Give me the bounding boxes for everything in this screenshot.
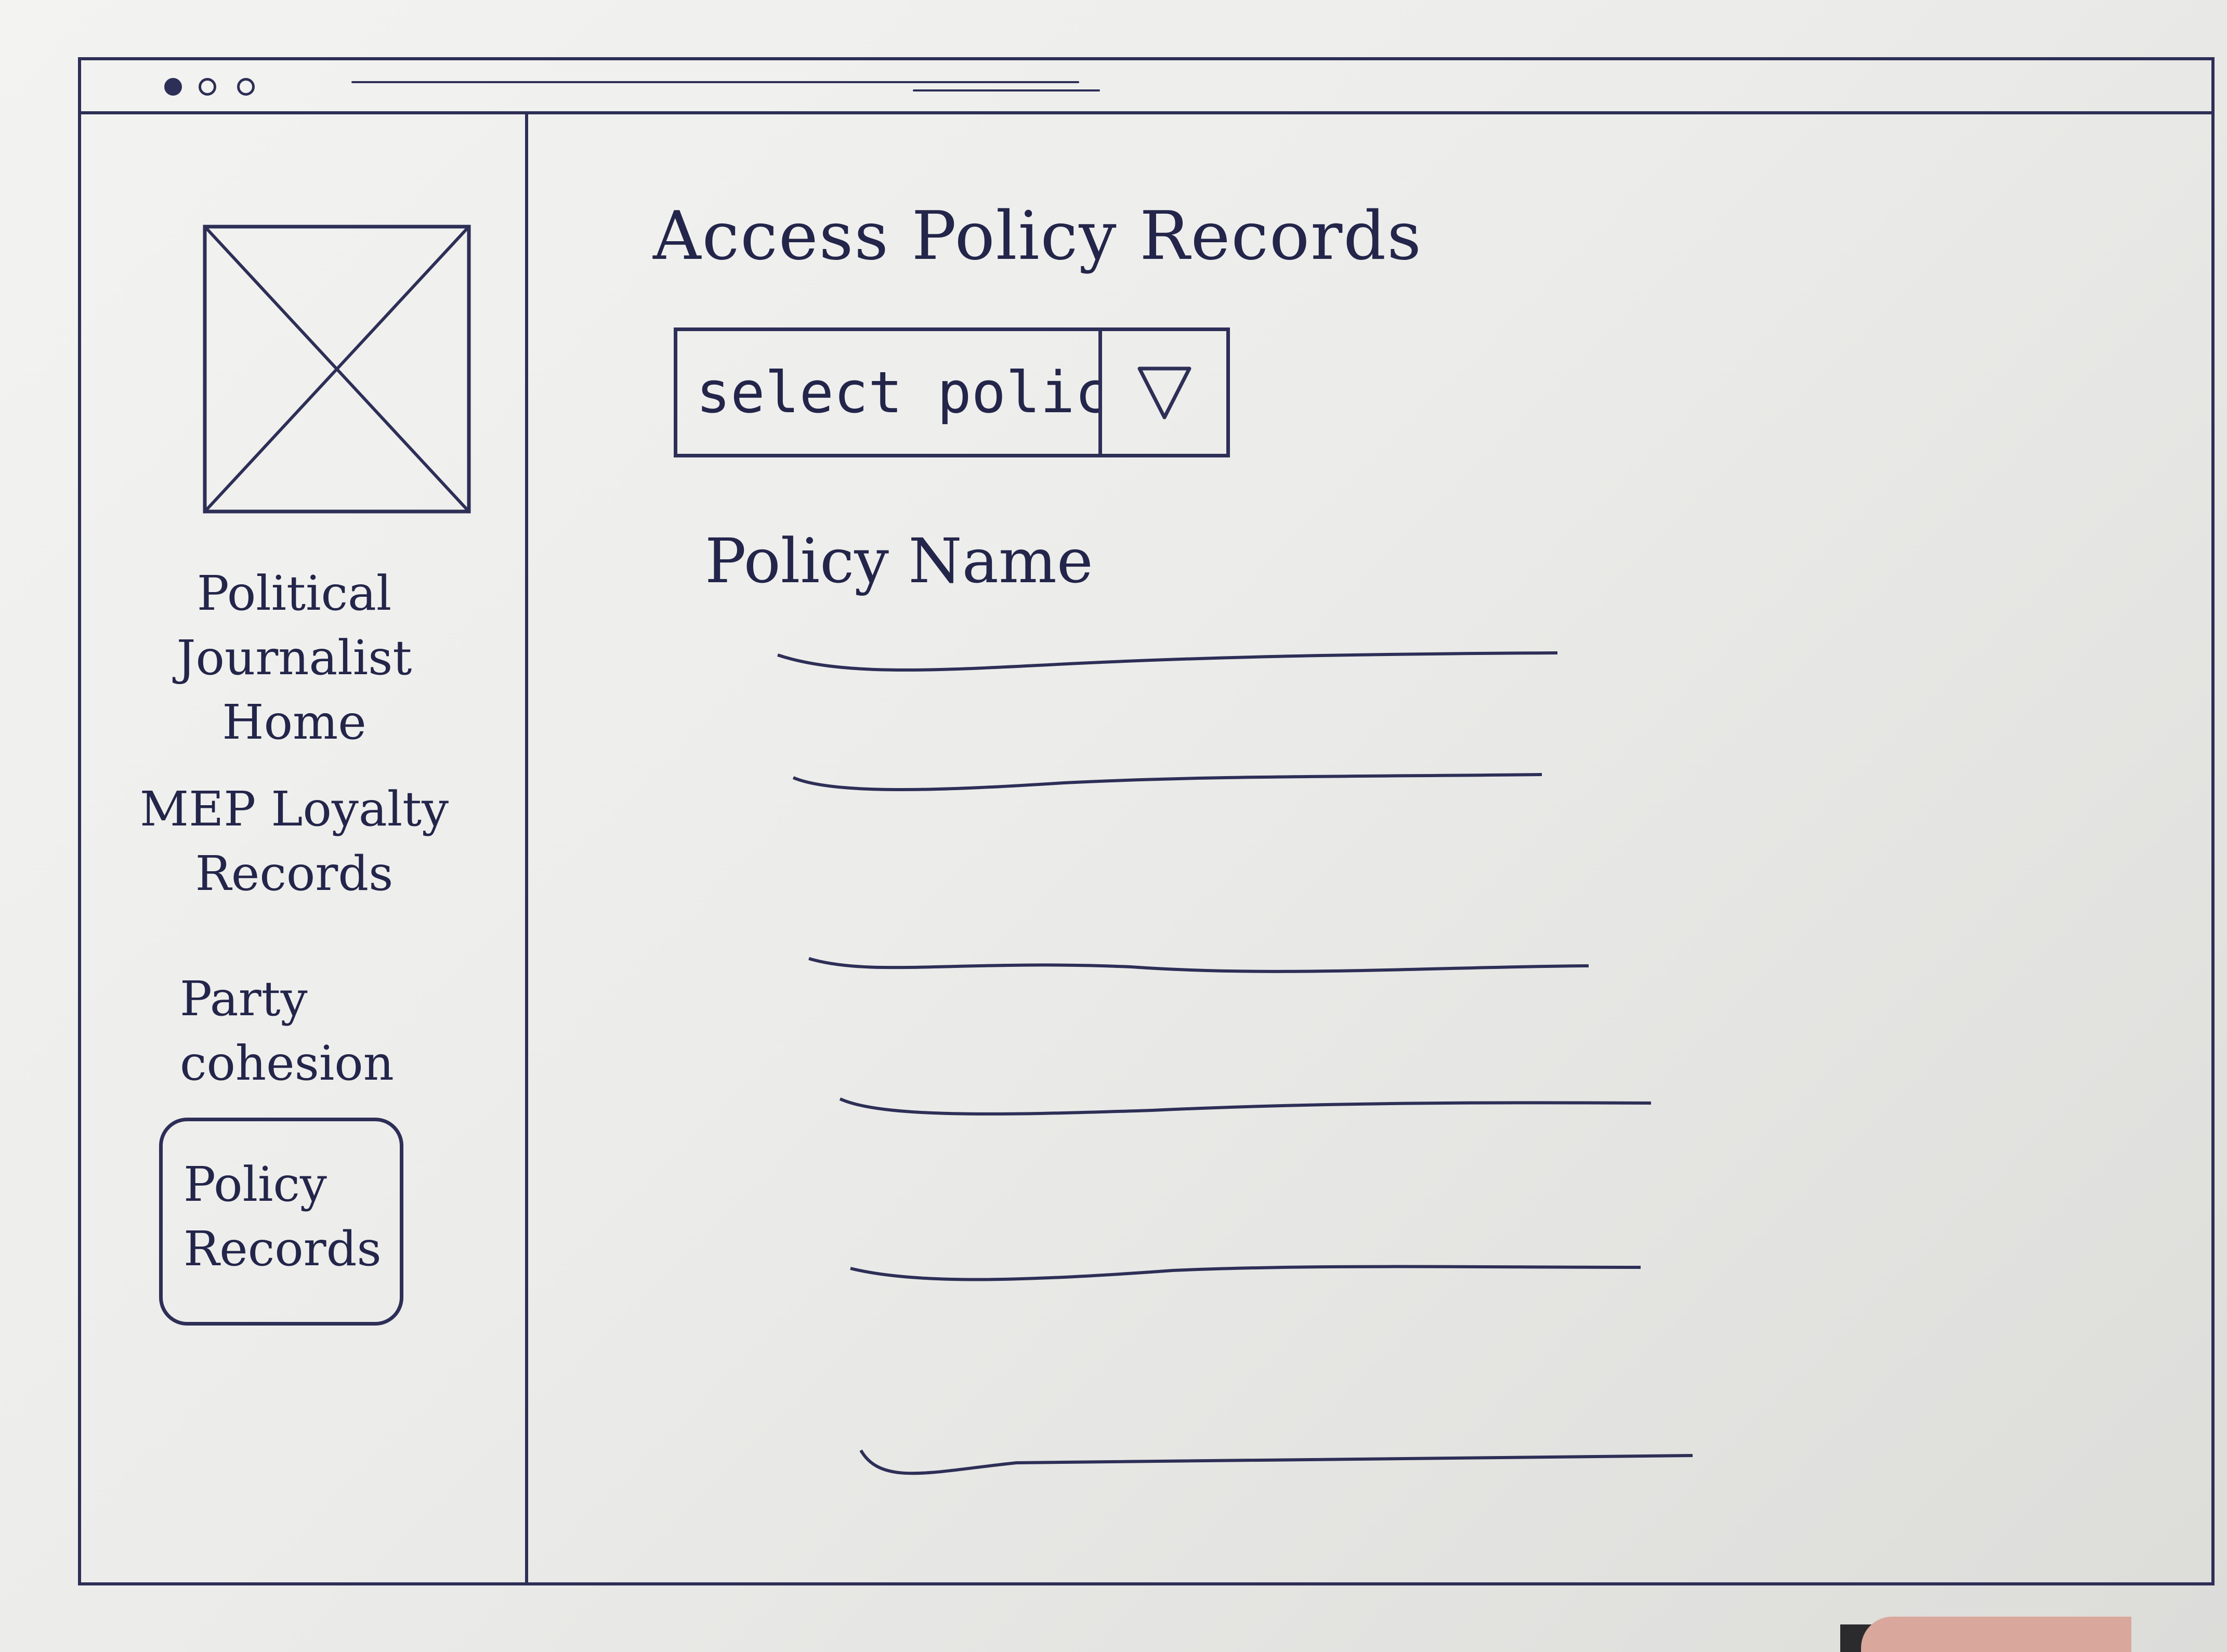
list-item[interactable] bbox=[792, 773, 1542, 795]
sidebar-item-label: Records bbox=[195, 846, 394, 901]
maximize-window-icon[interactable] bbox=[237, 78, 255, 96]
column-heading-policy-name: Policy Name bbox=[705, 525, 1093, 597]
close-window-icon[interactable] bbox=[164, 78, 182, 96]
list-item[interactable] bbox=[777, 650, 1558, 672]
sidebar-item-label: cohesion bbox=[180, 1035, 394, 1091]
sidebar-item-label: Records bbox=[184, 1221, 382, 1277]
sidebar: Political Journalist Home MEP Loyalty Re… bbox=[81, 114, 528, 1582]
list-item[interactable] bbox=[850, 1263, 1641, 1284]
sidebar-item-label: Party bbox=[180, 971, 308, 1027]
sidebar-item-label: Home bbox=[222, 694, 366, 750]
image-placeholder-icon bbox=[202, 224, 472, 515]
page-title: Access Policy Records bbox=[653, 198, 1422, 275]
sidebar-item-policy-records[interactable]: Policy Records bbox=[159, 1118, 403, 1326]
minimize-window-icon[interactable] bbox=[199, 78, 216, 96]
main-content: Access Policy Records select policy Poli… bbox=[528, 114, 2211, 1582]
sidebar-item-label: Political bbox=[197, 566, 392, 621]
title-bar bbox=[81, 60, 2211, 114]
sidebar-item-label: MEP Loyalty bbox=[139, 781, 449, 837]
sidebar-item-mep-loyalty-records[interactable]: MEP Loyalty Records bbox=[133, 777, 455, 906]
list-item[interactable] bbox=[839, 1097, 1652, 1118]
window-title-placeholder bbox=[913, 89, 1100, 91]
sidebar-item-label: Policy bbox=[184, 1157, 327, 1212]
sidebar-item-party-cohesion[interactable]: Party cohesion bbox=[180, 967, 502, 1096]
list-item[interactable] bbox=[859, 1449, 1693, 1476]
triangle-down-icon bbox=[1137, 366, 1191, 419]
sidebar-item-home[interactable]: Political Journalist Home bbox=[133, 561, 455, 755]
dropdown-button[interactable] bbox=[1098, 331, 1226, 454]
sidebar-item-label: Journalist bbox=[176, 630, 412, 686]
window-title-placeholder bbox=[351, 81, 1079, 83]
policy-select-placeholder: select policy bbox=[696, 359, 1098, 426]
policy-select[interactable]: select policy bbox=[674, 327, 1230, 457]
app-window: Political Journalist Home MEP Loyalty Re… bbox=[78, 57, 2215, 1585]
background-object-pink bbox=[1861, 1617, 2131, 1652]
list-item[interactable] bbox=[808, 956, 1589, 977]
